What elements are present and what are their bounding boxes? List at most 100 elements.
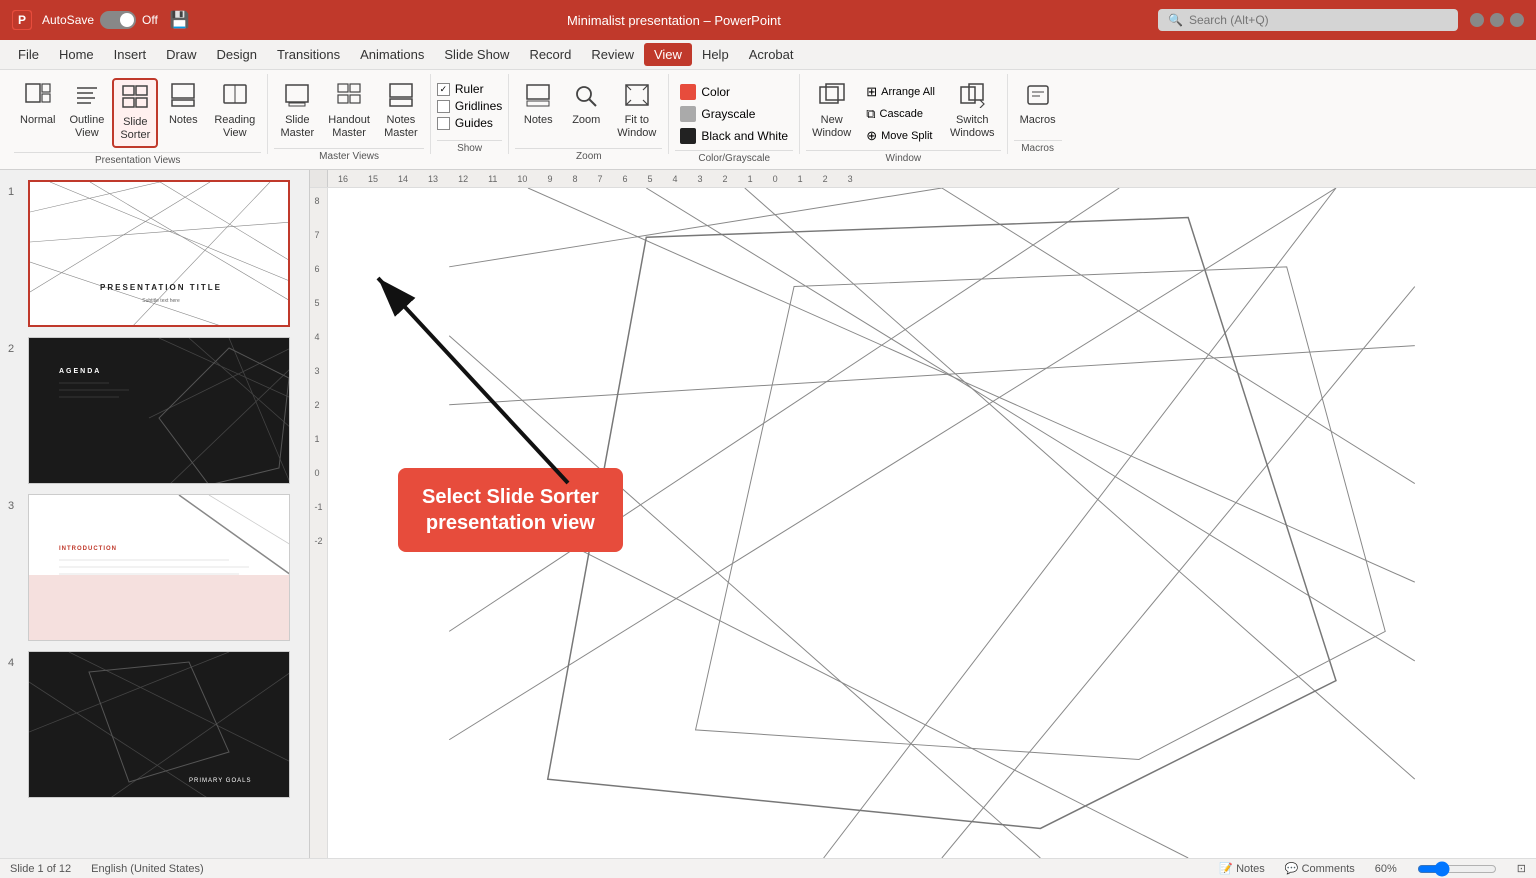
menu-slideshow[interactable]: Slide Show [434, 43, 519, 66]
svg-text:AGENDA: AGENDA [59, 368, 101, 375]
color-label: Color [701, 85, 730, 99]
menu-insert[interactable]: Insert [104, 43, 157, 66]
slide-number-4: 4 [8, 657, 22, 669]
btn-macros[interactable]: Macros [1014, 78, 1062, 131]
btn-zoom-label: Zoom [572, 114, 600, 127]
notes-zoom-icon [524, 82, 552, 112]
bw-label: Black and White [701, 129, 788, 143]
btn-reading-view[interactable]: ReadingView [208, 78, 261, 144]
btn-move-split[interactable]: ⊕ Move Split [861, 126, 940, 146]
btn-slide-master[interactable]: SlideMaster [274, 78, 320, 144]
slide-thumb-1[interactable]: 1 PRESENTATION TITLE Subtitle text here [8, 180, 301, 327]
btn-switch-windows-label: SwitchWindows [950, 114, 995, 140]
gridlines-check[interactable]: Gridlines [437, 99, 502, 113]
btn-notes-label: Notes [169, 114, 198, 127]
show-checkboxes: Ruler Gridlines Guides [437, 78, 502, 130]
minimize-btn[interactable] [1470, 13, 1484, 27]
menu-transitions[interactable]: Transitions [267, 43, 350, 66]
slide-4[interactable]: PRIMARY GOALS [28, 651, 290, 798]
ruler-checkbox[interactable] [437, 83, 450, 96]
menu-file[interactable]: File [8, 43, 49, 66]
ruler-horizontal: 16 15 14 13 12 11 10 9 8 7 6 5 4 3 2 1 0… [310, 170, 1536, 188]
color-swatch-black [680, 128, 696, 144]
btn-macros-label: Macros [1020, 114, 1056, 127]
macros-icon [1024, 82, 1052, 112]
ribbon-group-show: Ruler Gridlines Guides Show [431, 74, 509, 154]
switch-windows-icon [958, 82, 986, 112]
save-icon[interactable]: 💾 [170, 10, 190, 30]
new-window-icon [818, 82, 846, 112]
slide-count: Slide 1 of 12 [10, 863, 71, 875]
btn-reading-label: ReadingView [214, 114, 255, 140]
btn-notes[interactable]: Notes [160, 78, 206, 131]
color-option-color[interactable]: Color [675, 82, 793, 102]
btn-notes-master[interactable]: NotesMaster [378, 78, 424, 144]
guides-checkbox[interactable] [437, 117, 450, 130]
menu-acrobat[interactable]: Acrobat [739, 43, 804, 66]
search-box[interactable]: 🔍 [1158, 9, 1458, 31]
ribbon-group-zoom: Notes Zoom Fit toWindow Zoom [509, 74, 669, 154]
zoom-label: Zoom [572, 151, 606, 162]
menu-draw[interactable]: Draw [156, 43, 206, 66]
menu-design[interactable]: Design [207, 43, 267, 66]
menu-help[interactable]: Help [692, 43, 739, 66]
btn-outline-view[interactable]: OutlineView [63, 78, 110, 144]
color-swatch-gray [680, 106, 696, 122]
btn-zoom[interactable]: Zoom [563, 78, 609, 131]
gridlines-checkbox[interactable] [437, 100, 450, 113]
btn-slide-master-label: SlideMaster [280, 114, 314, 140]
btn-notes-zoom[interactable]: Notes [515, 78, 561, 131]
btn-slide-sorter-label: SlideSorter [120, 116, 150, 142]
zoom-slider[interactable] [1417, 861, 1497, 877]
search-input[interactable] [1189, 13, 1429, 27]
autosave-off-label: Off [142, 13, 158, 27]
svg-text:Subtitle text here: Subtitle text here [142, 298, 180, 304]
guides-check[interactable]: Guides [437, 116, 502, 130]
btn-fit-window[interactable]: Fit toWindow [611, 78, 662, 144]
maximize-btn[interactable] [1490, 13, 1504, 27]
ribbon-group-window: NewWindow ⊞ Arrange All ⧉ Cascade ⊕ Move… [800, 74, 1007, 154]
color-swatch-red [680, 84, 696, 100]
reading-icon [221, 82, 249, 112]
macros-label: Macros [1017, 143, 1058, 154]
btn-normal[interactable]: Normal [14, 78, 61, 131]
window-title: Minimalist presentation – PowerPoint [190, 13, 1158, 28]
svg-text:P: P [18, 13, 26, 27]
menu-record[interactable]: Record [519, 43, 581, 66]
move-split-icon: ⊕ [866, 128, 877, 144]
btn-handout-master[interactable]: HandoutMaster [322, 78, 376, 144]
menu-animations[interactable]: Animations [350, 43, 434, 66]
autosave-toggle[interactable] [100, 11, 136, 29]
slide-1[interactable]: PRESENTATION TITLE Subtitle text here [28, 180, 290, 327]
slide-canvas-inner [328, 188, 1536, 858]
slide-thumb-3[interactable]: 3 INTRODUCTION [8, 494, 301, 641]
guides-label: Guides [455, 116, 493, 130]
language: English (United States) [91, 863, 204, 875]
arrange-all-label: Arrange All [881, 86, 935, 98]
close-btn[interactable] [1510, 13, 1524, 27]
menu-review[interactable]: Review [581, 43, 644, 66]
svg-text:PRESENTATION TITLE: PRESENTATION TITLE [100, 283, 222, 292]
handout-master-icon [335, 82, 363, 112]
btn-cascade[interactable]: ⧉ Cascade [861, 104, 940, 124]
cascade-label: Cascade [880, 108, 923, 120]
ruler-check[interactable]: Ruler [437, 82, 502, 96]
normal-icon [24, 82, 52, 112]
menu-view[interactable]: View [644, 43, 692, 66]
btn-new-window[interactable]: NewWindow [806, 78, 857, 144]
slide-thumb-2[interactable]: 2 AGENDA [8, 337, 301, 484]
show-label: Show [453, 143, 486, 154]
menu-home[interactable]: Home [49, 43, 104, 66]
btn-slide-sorter[interactable]: SlideSorter [112, 78, 158, 148]
slide-thumb-4[interactable]: 4 PRIMARY GOALS [8, 651, 301, 798]
toggle-knob [120, 13, 134, 27]
btn-arrange-all[interactable]: ⊞ Arrange All [861, 82, 940, 102]
color-option-grayscale[interactable]: Grayscale [675, 104, 793, 124]
slide-3[interactable]: INTRODUCTION [28, 494, 290, 641]
zoom-icon [572, 82, 600, 112]
svg-text:INTRODUCTION: INTRODUCTION [59, 546, 117, 552]
btn-switch-windows[interactable]: SwitchWindows [944, 78, 1001, 144]
btn-normal-label: Normal [20, 114, 55, 127]
slide-2[interactable]: AGENDA [28, 337, 290, 484]
color-option-bw[interactable]: Black and White [675, 126, 793, 146]
